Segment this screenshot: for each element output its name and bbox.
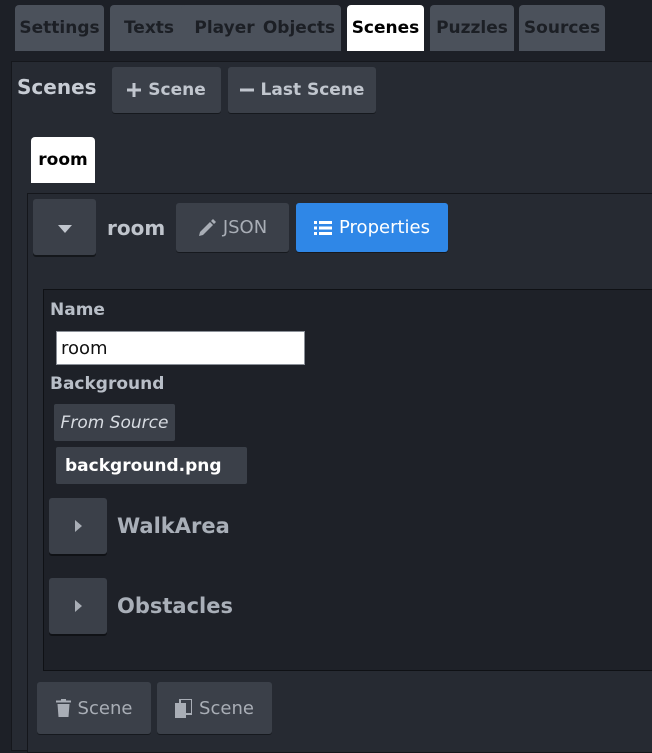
scene-name-input[interactable] xyxy=(56,331,305,365)
scene-tab-label: room xyxy=(38,150,88,170)
from-source-button[interactable]: From Source xyxy=(54,404,175,441)
json-button[interactable]: JSON xyxy=(176,203,289,252)
obstacles-expand-button[interactable] xyxy=(49,578,107,634)
trash-icon xyxy=(55,699,71,717)
scene-tab-room[interactable]: room xyxy=(31,137,95,183)
remove-last-scene-button[interactable]: Last Scene xyxy=(228,67,376,113)
tab-label: Scenes xyxy=(351,18,420,38)
tab-label: Objects xyxy=(262,18,336,38)
list-icon xyxy=(314,220,333,236)
tab-sources[interactable]: Sources xyxy=(519,5,605,51)
minus-icon xyxy=(239,83,254,97)
delete-scene-label: Scene xyxy=(77,697,133,719)
add-scene-button[interactable]: Scene xyxy=(112,67,221,113)
add-scene-label: Scene xyxy=(148,80,206,100)
collapse-scene-button[interactable] xyxy=(33,199,96,255)
copy-icon xyxy=(175,698,193,718)
walkarea-expand-button[interactable] xyxy=(49,498,107,554)
copy-scene-label: Scene xyxy=(199,697,254,719)
walkarea-title: WalkArea xyxy=(117,514,230,538)
tab-texts[interactable]: Texts xyxy=(110,5,188,51)
tab-label: Sources xyxy=(523,18,601,38)
plus-icon xyxy=(127,83,142,97)
json-label: JSON xyxy=(222,217,268,238)
pencil-icon xyxy=(198,218,216,237)
caret-right-icon xyxy=(74,597,82,616)
background-file-name: background.png xyxy=(65,455,222,476)
tab-label: Settings xyxy=(19,18,100,38)
obstacles-title: Obstacles xyxy=(117,594,233,618)
tab-label: Player xyxy=(194,18,255,38)
copy-scene-button[interactable]: Scene xyxy=(157,682,272,734)
tab-label: Puzzles xyxy=(436,18,508,38)
tab-puzzles[interactable]: Puzzles xyxy=(430,5,514,51)
properties-label: Properties xyxy=(339,217,430,238)
tab-label: Texts xyxy=(123,18,175,38)
properties-button[interactable]: Properties xyxy=(296,203,448,252)
tab-player[interactable]: Player xyxy=(181,5,268,51)
caret-right-icon xyxy=(74,517,82,536)
from-source-label: From Source xyxy=(60,412,169,433)
tab-settings[interactable]: Settings xyxy=(15,5,104,51)
background-label: Background xyxy=(50,374,165,394)
name-label: Name xyxy=(50,300,105,320)
scene-name: room xyxy=(107,216,166,240)
remove-last-scene-label: Last Scene xyxy=(260,80,365,100)
tab-objects[interactable]: Objects xyxy=(257,5,341,51)
delete-scene-button[interactable]: Scene xyxy=(37,682,151,734)
tab-scenes[interactable]: Scenes xyxy=(347,5,424,51)
scenes-heading: Scenes xyxy=(17,75,97,99)
caret-down-icon xyxy=(57,218,72,237)
background-file-select[interactable]: background.png xyxy=(56,447,247,484)
